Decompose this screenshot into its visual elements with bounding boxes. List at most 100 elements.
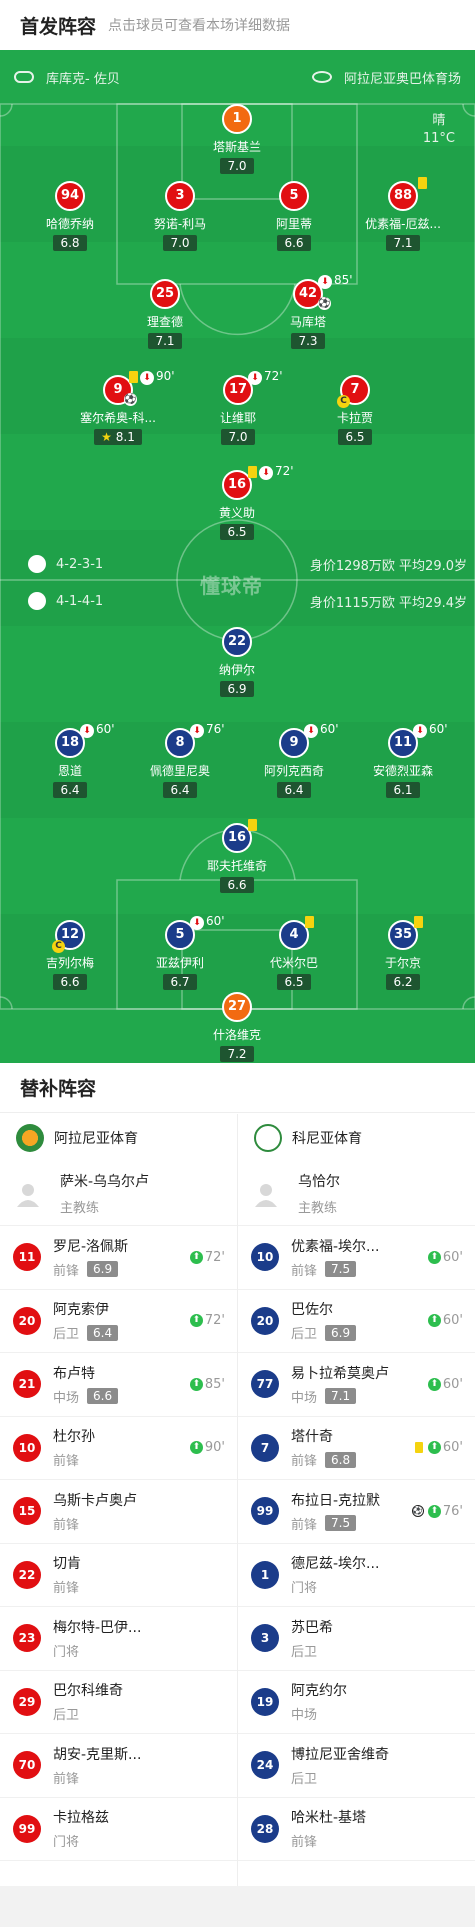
home-player-5[interactable]: 5 阿里蒂 6.6: [234, 181, 354, 251]
home-value-avg: 身价1298万欧 平均29.0岁: [309, 559, 467, 574]
home-player-42[interactable]: 42 ⬇ 85' ⚽ 马库塔 7.3: [248, 273, 368, 349]
sub-player-row[interactable]: 23 梅尔特-巴伊... 门将: [0, 1607, 237, 1671]
sub-in-minute: 76': [442, 1503, 463, 1519]
sub-in-info: ⬆ 72': [189, 1250, 225, 1265]
sub-player-position: 后卫: [53, 1327, 80, 1343]
sub-in-minute: 85': [204, 1376, 225, 1392]
sub-player-row[interactable]: 29 巴尔科维奇 后卫: [0, 1671, 237, 1734]
player-name: 亚兹伊利: [155, 956, 204, 970]
home-player-3[interactable]: 3 努诺-利马 7.0: [120, 181, 240, 251]
sub-player-name: 巴佐尔: [291, 1302, 333, 1319]
away-player-5[interactable]: 5 ⬇ 60' 亚兹伊利 6.7: [120, 914, 240, 990]
sub-minute: 60': [206, 914, 225, 928]
sub-player-position: 后卫: [53, 1708, 80, 1724]
away-player-8[interactable]: 8 ⬇ 76' 佩德里尼奥 6.4: [120, 722, 240, 798]
player-number: 3: [165, 181, 195, 211]
sub-player-row[interactable]: 19 阿克约尔 中场: [238, 1671, 475, 1734]
sub-player-row[interactable]: 1 德尼兹-埃尔... 门将: [238, 1544, 475, 1607]
yellow-card-icon: [129, 371, 138, 383]
sub-in-info: ⬆ 60': [427, 1313, 463, 1328]
sub-minute: 60': [96, 722, 115, 736]
sub-player-row[interactable]: 70 胡安-克里斯... 前锋: [0, 1734, 237, 1798]
home-player-88[interactable]: 88 优素福-厄兹... 7.1: [343, 177, 463, 251]
player-rating: 6.6: [53, 974, 87, 990]
sub-in-icon: ⬆: [427, 1314, 441, 1328]
sub-player-number: 20: [13, 1306, 41, 1335]
sub-player-rating: 6.9: [87, 1261, 119, 1278]
sub-player-position: 前锋: [291, 1263, 318, 1279]
sub-player-name: 杜尔孙: [53, 1429, 95, 1446]
home-player-9[interactable]: 9 ⬇ 90' ⚽ 塞尔希奥-科... ★ 8.1: [58, 369, 178, 445]
sub-player-row[interactable]: 10 优素福-埃尔... 前锋 7.5 ⬆ 60': [238, 1226, 475, 1290]
subs-title: 替补阵容: [0, 1063, 475, 1113]
sub-player-row[interactable]: 20 巴佐尔 后卫 6.9 ⬆ 60': [238, 1290, 475, 1353]
sub-player-row[interactable]: 77 易卜拉希莫奥卢 中场 7.1 ⬆ 60': [238, 1353, 475, 1417]
home-coach[interactable]: 萨米-乌乌尔卢 主教练: [0, 1162, 237, 1226]
home-player-17[interactable]: 17 ⬇ 72' 让维耶 7.0: [178, 369, 298, 445]
away-coach[interactable]: 乌恰尔 主教练: [238, 1162, 475, 1226]
sub-player-row[interactable]: 99 卡拉格兹 门将: [0, 1798, 237, 1861]
sub-in-icon: ⬆: [189, 1250, 203, 1264]
home-player-1[interactable]: 1 塔斯基兰 7.0: [177, 104, 297, 174]
sub-player-number: 28: [251, 1814, 279, 1843]
home-player-94[interactable]: 94 哈德乔纳 6.8: [10, 181, 130, 251]
sub-player-row[interactable]: 28 哈米杜-基塔 前锋: [238, 1798, 475, 1861]
sub-in-info: ⬆ 90': [189, 1440, 225, 1455]
sub-player-rating: 7.5: [325, 1261, 357, 1278]
away-team-head[interactable]: 科尼亚体育: [238, 1114, 475, 1162]
away-player-22[interactable]: 22 纳伊尔 6.9: [177, 627, 297, 697]
sub-player-row[interactable]: 15 乌斯卡卢奥卢 前锋: [0, 1480, 237, 1544]
weather-info: 晴 11°C: [423, 112, 455, 148]
sub-player-number: 24: [251, 1751, 279, 1780]
sub-player-row[interactable]: 7 塔什奇 前锋 6.8 ⬆ 60': [238, 1417, 475, 1480]
player-rating: 7.0: [221, 429, 255, 445]
home-player-25[interactable]: 25 理查德 7.1: [105, 279, 225, 349]
sub-player-row[interactable]: 24 博拉尼亚舍维奇 后卫: [238, 1734, 475, 1798]
player-rating: 6.4: [277, 782, 311, 798]
sub-player-row[interactable]: 20 阿克索伊 后卫 6.4 ⬆ 72': [0, 1290, 237, 1353]
away-player-35[interactable]: 35 于尔京 6.2: [343, 916, 463, 990]
home-player-16[interactable]: 16 ⬇ 72' 黄义助 6.5: [177, 464, 297, 540]
away-player-27[interactable]: 27 什洛维克 7.2: [177, 992, 297, 1062]
referee-name[interactable]: 库库克- 佐贝: [46, 68, 120, 87]
player-rating: 6.6: [220, 877, 254, 893]
sub-player-number: 15: [13, 1497, 41, 1526]
sub-player-row[interactable]: 10 杜尔孙 前锋 ⬆ 90': [0, 1417, 237, 1480]
match-info-row: 库库克- 佐贝 阿拉尼亚奥巴体育场: [0, 67, 475, 87]
away-player-9[interactable]: 9 ⬇ 60' 阿列克西奇 6.4: [234, 722, 354, 798]
sub-player-number: 1: [251, 1560, 279, 1589]
away-player-4[interactable]: 4 代米尔巴 6.5: [234, 916, 354, 990]
goal-ball-icon: ⚽: [411, 1505, 424, 1518]
home-player-7[interactable]: 7 C 卡拉贾 6.5: [295, 375, 415, 445]
pitch: 库库克- 佐贝 阿拉尼亚奥巴体育场 晴 11°C 懂球帝 4-2-3-1 身价1…: [0, 50, 475, 1063]
sub-player-rating: 6.6: [87, 1388, 119, 1405]
sub-in-minute: 60': [442, 1249, 463, 1265]
sub-player-number: 77: [251, 1370, 279, 1399]
sub-player-name: 易卜拉希莫奥卢: [291, 1365, 389, 1382]
sub-player-row[interactable]: 11 罗尼-洛佩斯 前锋 6.9 ⬆ 72': [0, 1226, 237, 1290]
sub-player-number: 21: [13, 1370, 41, 1399]
player-rating: 6.7: [163, 974, 197, 990]
sub-player-row[interactable]: 3 苏巴希 后卫: [238, 1607, 475, 1671]
player-name: 塔斯基兰: [212, 140, 261, 154]
sub-player-position: 前锋: [53, 1517, 80, 1533]
home-formation: 4-2-3-1: [56, 556, 104, 572]
away-player-18[interactable]: 18 ⬇ 60' 恩道 6.4: [10, 722, 130, 798]
away-player-11[interactable]: 11 ⬇ 60' 安德烈亚森 6.1: [343, 722, 463, 798]
away-value-avg: 身价1115万欧 平均29.4岁: [309, 596, 467, 611]
sub-player-number: 3: [251, 1624, 279, 1653]
sub-in-minute: 60': [442, 1376, 463, 1392]
player-name: 安德烈亚森: [372, 764, 433, 778]
sub-player-name: 苏巴希: [291, 1619, 333, 1636]
sub-player-name: 布卢特: [53, 1365, 95, 1382]
player-number: 27: [222, 992, 252, 1022]
sub-player-row[interactable]: 21 布卢特 中场 6.6 ⬆ 85': [0, 1353, 237, 1417]
away-player-16[interactable]: 16 耶夫托维奇 6.6: [177, 819, 297, 893]
home-team-head[interactable]: 阿拉尼亚体育: [0, 1114, 237, 1162]
sub-minute: 60': [320, 722, 339, 736]
sub-player-name: 乌斯卡卢奥卢: [53, 1492, 137, 1509]
away-player-12[interactable]: 12 C 吉列尔梅 6.6: [10, 920, 130, 990]
player-rating: 6.5: [338, 429, 372, 445]
sub-player-row[interactable]: 22 切肯 前锋: [0, 1544, 237, 1607]
sub-player-row[interactable]: 99 布拉日-克拉默 前锋 7.5 ⚽ ⬆ 76': [238, 1480, 475, 1544]
